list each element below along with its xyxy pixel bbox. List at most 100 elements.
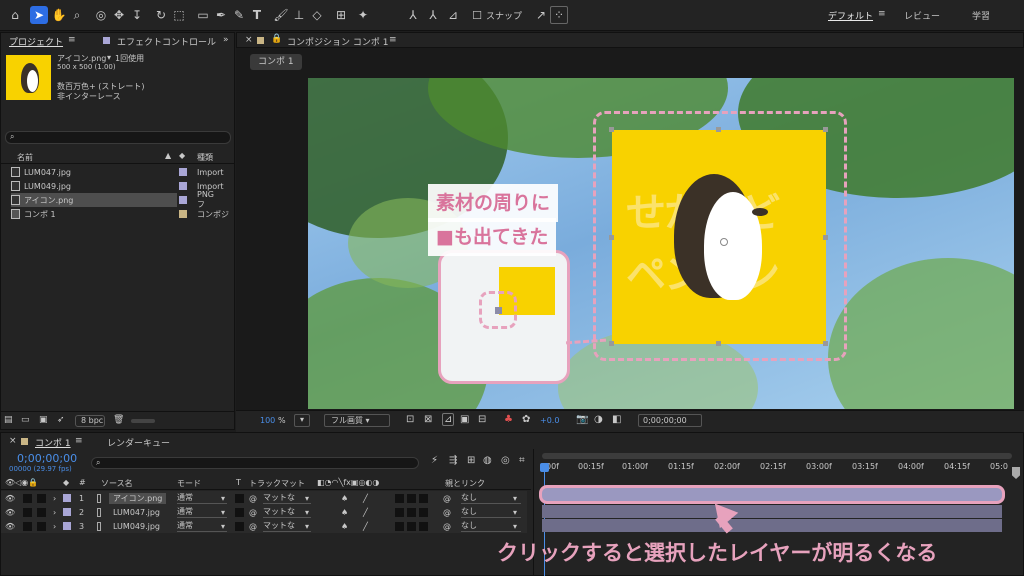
mask-visibility-icon[interactable]: ⊿: [442, 413, 455, 426]
pen-tool-icon[interactable]: ✒: [212, 6, 230, 24]
column-mode[interactable]: モード: [177, 478, 201, 489]
layer-row[interactable]: 👁 › 2 LUM047.jpg 通常 ▾ @ マットな ▾ ♠ ╱ @ なし …: [1, 505, 527, 519]
project-item[interactable]: LUM047.jpg Import: [11, 165, 233, 179]
thumbnail-size-slider[interactable]: [131, 419, 155, 423]
work-area-end-marker[interactable]: [1012, 467, 1020, 479]
timeline-search-input[interactable]: ⌕: [91, 457, 419, 469]
blend-mode-dropdown[interactable]: 通常: [177, 492, 227, 504]
switch-box[interactable]: [395, 493, 404, 503]
icon-layer[interactable]: せかいど ペンギン: [612, 130, 826, 344]
dolly-camera-icon[interactable]: ↧: [128, 6, 146, 24]
graph-editor-icon[interactable]: ◎: [501, 455, 510, 466]
chevron-down-icon[interactable]: ▾: [221, 508, 225, 517]
parent-dropdown[interactable]: なし: [461, 492, 521, 504]
rotate-tool-icon[interactable]: ↻: [152, 6, 170, 24]
transform-handle[interactable]: [823, 341, 828, 346]
show-snapshot-icon[interactable]: ◑: [594, 414, 603, 425]
pan-camera-icon[interactable]: ✥: [110, 6, 128, 24]
zoom-value[interactable]: 100: [260, 416, 275, 425]
chevron-down-icon[interactable]: ▾: [513, 494, 517, 503]
frame-blending-icon[interactable]: ⊞: [467, 455, 475, 466]
orbit-camera-icon[interactable]: ◎: [92, 6, 110, 24]
quality-icon[interactable]: ╱: [363, 508, 368, 517]
tab-project[interactable]: プロジェクト: [9, 35, 63, 48]
label-swatch[interactable]: [63, 494, 71, 502]
preserve-transparency-toggle[interactable]: [235, 493, 244, 503]
brush-tool-icon[interactable]: 🖌: [272, 6, 290, 24]
spiral-icon[interactable]: @: [249, 508, 257, 517]
chevron-right-icon[interactable]: ›: [53, 508, 56, 517]
trash-icon[interactable]: 🗑: [113, 415, 124, 425]
graph-editor-icon[interactable]: ⌗: [519, 455, 525, 466]
label-icon[interactable]: ◆: [179, 151, 185, 160]
solo-toggle[interactable]: [37, 493, 46, 503]
roto-brush-icon[interactable]: ⊞: [332, 6, 350, 24]
quality-icon[interactable]: ╱: [363, 494, 368, 503]
audio-toggle[interactable]: [23, 507, 32, 517]
transform-handle[interactable]: [823, 127, 828, 132]
timeline-timecode[interactable]: 0;00;00;00: [17, 452, 77, 465]
clone-stamp-icon[interactable]: ⊥: [290, 6, 308, 24]
workspace-default[interactable]: デフォルト: [828, 9, 873, 22]
switches-icon[interactable]: ◧◔◠╲fx▣◎◐◑: [317, 478, 379, 487]
visibility-icon[interactable]: 👁: [5, 494, 15, 503]
panel-menu-icon[interactable]: ≡: [389, 35, 397, 45]
work-area-bar[interactable]: [542, 453, 1012, 459]
project-search-input[interactable]: ⌕: [5, 131, 231, 144]
panel-menu-icon[interactable]: ≡: [75, 436, 83, 446]
preserve-transparency-toggle[interactable]: [235, 521, 244, 531]
home-icon[interactable]: ⌂: [6, 6, 24, 24]
parent-pick-whip-icon[interactable]: @: [443, 508, 451, 517]
parent-pick-whip-icon[interactable]: @: [443, 494, 451, 503]
switch-box[interactable]: [395, 521, 404, 531]
draft-3d-icon[interactable]: ⚡: [431, 455, 438, 466]
region-of-interest-icon[interactable]: ▣: [460, 414, 469, 425]
world-axis-icon[interactable]: ⅄: [424, 6, 442, 24]
audio-toggle[interactable]: [23, 493, 32, 503]
blend-mode-dropdown[interactable]: 通常: [177, 520, 227, 532]
playhead-handle[interactable]: [540, 463, 549, 472]
tab-timeline-comp[interactable]: コンポ 1: [35, 436, 71, 449]
transparency-grid-icon[interactable]: ⊠: [424, 414, 432, 425]
zoom-tool-icon[interactable]: ⌕: [68, 6, 86, 24]
chevron-down-icon[interactable]: ▾: [305, 508, 309, 517]
label-icon[interactable]: ◆: [63, 478, 69, 487]
parent-dropdown[interactable]: なし: [461, 506, 521, 518]
composition-viewer[interactable]: コンポ 1 せかいど ペンギン: [236, 48, 1024, 432]
transform-handle[interactable]: [609, 235, 614, 240]
track-matte-dropdown[interactable]: マットな: [263, 520, 311, 532]
track-matte-dropdown[interactable]: マットな: [263, 492, 311, 504]
lock-icon[interactable]: 🔒: [271, 34, 282, 44]
close-icon[interactable]: ×: [9, 436, 17, 446]
fast-preview-icon[interactable]: ⊡: [406, 414, 414, 425]
comp-breadcrumb[interactable]: コンポ 1: [250, 54, 302, 70]
composition-canvas[interactable]: せかいど ペンギン 素材の周りに ■も出てきた: [308, 78, 1014, 409]
project-settings-icon[interactable]: ➶: [57, 415, 65, 425]
transform-handle[interactable]: [823, 235, 828, 240]
anchor-point-icon[interactable]: [720, 238, 728, 246]
new-folder-icon[interactable]: ▭: [21, 415, 30, 425]
interpret-footage-icon[interactable]: ▤: [4, 415, 13, 425]
av-features-icon[interactable]: 👁◁◉🔒: [5, 478, 38, 487]
anchor-tool-icon[interactable]: ⬚: [170, 6, 188, 24]
channel-icon[interactable]: ♣: [504, 414, 513, 425]
snap-checkbox-icon[interactable]: ☐: [468, 6, 486, 24]
transform-handle[interactable]: [716, 341, 721, 346]
workspace-learn[interactable]: 学習: [972, 9, 990, 22]
bit-depth-button[interactable]: 8 bpc: [75, 415, 105, 427]
text-tool-icon[interactable]: T: [248, 6, 266, 24]
puppet-pin-icon[interactable]: ✦: [354, 6, 372, 24]
blend-mode-dropdown[interactable]: 通常: [177, 506, 227, 518]
chevron-right-icon[interactable]: ›: [53, 522, 56, 531]
column-source-name[interactable]: ソース名: [101, 478, 133, 489]
color-management-icon[interactable]: ◧: [612, 414, 621, 425]
viewer-title[interactable]: コンポジション コンポ 1: [287, 35, 388, 48]
column-parent[interactable]: 親とリンク: [445, 478, 485, 489]
rectangle-tool-icon[interactable]: ▭: [194, 6, 212, 24]
local-axis-icon[interactable]: ⅄: [404, 6, 422, 24]
label-swatch[interactable]: [63, 522, 71, 530]
solo-toggle[interactable]: [37, 507, 46, 517]
spiral-icon[interactable]: @: [249, 494, 257, 503]
snap-option-icon[interactable]: ↗: [532, 6, 550, 24]
close-icon[interactable]: ×: [245, 35, 253, 45]
